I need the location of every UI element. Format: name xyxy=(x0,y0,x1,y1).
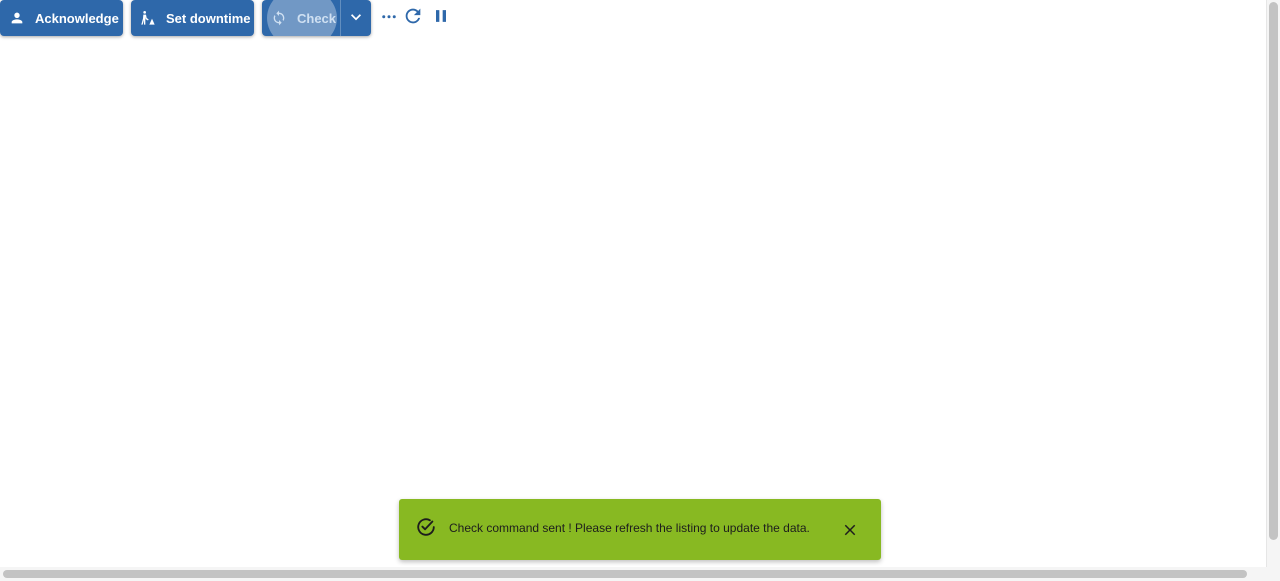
check-options-dropdown[interactable] xyxy=(341,0,371,36)
horizontal-scrollbar-thumb[interactable] xyxy=(3,570,1247,578)
set-downtime-button[interactable]: Set downtime xyxy=(131,0,254,36)
acknowledge-label: Acknowledge xyxy=(35,10,119,26)
acknowledge-button[interactable]: Acknowledge xyxy=(0,0,123,36)
check-label: Check xyxy=(297,10,337,26)
refresh-button[interactable] xyxy=(401,6,425,30)
set-downtime-label: Set downtime xyxy=(166,10,251,26)
downtime-icon xyxy=(140,10,156,26)
snackbar-message: Check command sent ! Please refresh the … xyxy=(449,521,810,535)
action-toolbar: Acknowledge Set downtime Check xyxy=(0,0,446,36)
refresh-icon xyxy=(402,5,424,32)
more-horizontal-icon xyxy=(380,7,398,30)
vertical-scrollbar-thumb[interactable] xyxy=(1269,2,1278,540)
chevron-down-icon xyxy=(346,7,366,30)
check-button-group: Check xyxy=(262,0,371,36)
more-actions-button[interactable] xyxy=(377,6,401,30)
check-button[interactable]: Check xyxy=(262,0,340,36)
pause-icon xyxy=(431,6,451,31)
page: Acknowledge Set downtime Check Check com… xyxy=(0,0,1280,581)
pause-button[interactable] xyxy=(429,6,453,30)
sync-icon xyxy=(271,10,287,26)
close-icon xyxy=(841,521,859,544)
check-circle-icon xyxy=(415,516,437,538)
snackbar-close-button[interactable] xyxy=(839,521,861,543)
success-snackbar: Check command sent ! Please refresh the … xyxy=(399,499,881,560)
person-icon xyxy=(9,10,25,26)
